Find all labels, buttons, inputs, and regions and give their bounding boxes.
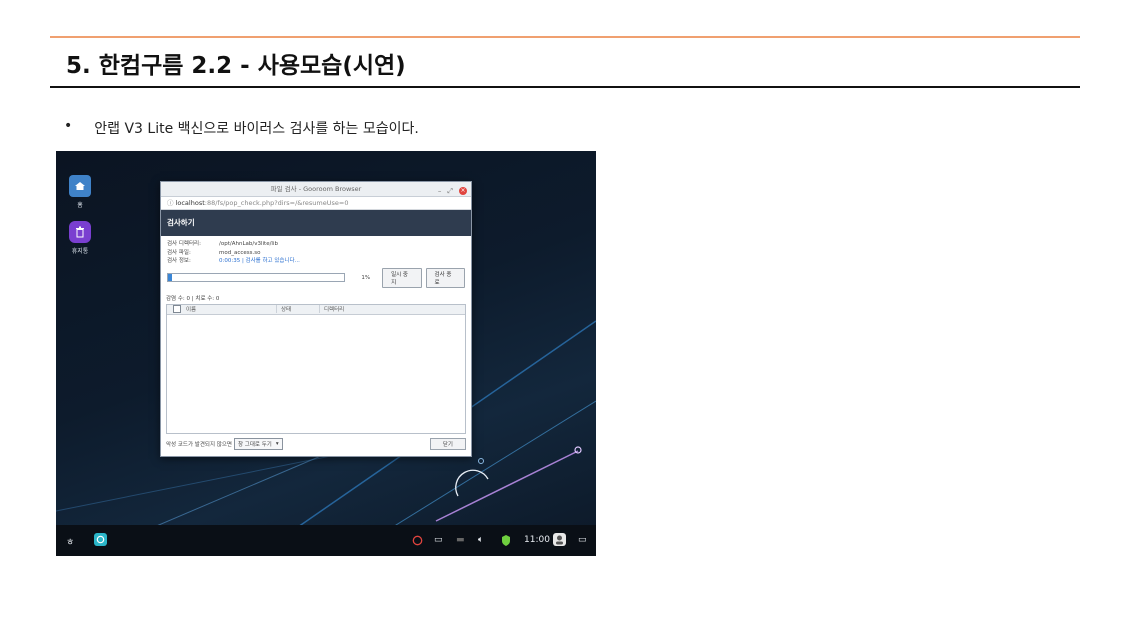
stop-scan-button[interactable]: 검사 종료	[425, 267, 465, 288]
info-icon: ⓘ	[167, 199, 176, 207]
dir-label: 검사 디렉터리:	[167, 241, 201, 247]
scan-header: 검사하기	[161, 210, 471, 236]
bullet-mark: •	[64, 118, 73, 134]
minimize-icon[interactable]: –	[438, 184, 442, 198]
bullet-item: • 안랩 V3 Lite 백신으로 바이러스 검사를 하는 모습이다.	[64, 118, 419, 138]
title-underline	[50, 86, 1080, 88]
close-icon[interactable]: ×	[459, 187, 467, 195]
file-label: 검사 파일:	[167, 249, 191, 256]
browser-app-icon[interactable]	[94, 533, 107, 549]
col-name: 이름	[186, 307, 197, 313]
display-tray-icon[interactable]: ▭	[434, 535, 443, 545]
info-value: 0:00:35 | 검사를 하고 있습니다...	[219, 258, 300, 264]
gooroom-menu-icon[interactable]: ㅎ	[66, 535, 74, 548]
home-folder-icon[interactable]: 홈	[60, 175, 100, 209]
infection-counts: 감염 수: 0 | 치료 수: 0	[166, 295, 220, 302]
slide-title: 5. 한컴구름 2.2 - 사용모습(시연)	[66, 53, 406, 79]
file-scan-window: 파일 검사 - Gooroom Browser – ⤢ × ⓘ localhos…	[160, 181, 472, 457]
table-header: 이름 상태 디렉터리	[167, 304, 465, 315]
home-label: 홈	[77, 202, 83, 209]
scan-progress-fill	[168, 274, 172, 281]
battery-shield-icon[interactable]	[502, 535, 510, 549]
pause-button[interactable]: 일시 중지	[382, 267, 422, 288]
trash-icon	[69, 221, 91, 243]
chevron-down-icon: ▾	[275, 440, 279, 447]
address-bar[interactable]: ⓘ localhost:88/fs/pop_check.php?dirs=/&r…	[161, 197, 471, 210]
select-value: 창 그대로 두기	[237, 441, 272, 448]
v3-tray-icon[interactable]	[412, 535, 423, 549]
keyboard-tray-icon[interactable]: ▬	[456, 535, 465, 545]
col-status: 상태	[276, 305, 319, 313]
footer-label: 악성 코드가 발견되지 않으면	[166, 441, 232, 448]
trash-label: 휴지통	[71, 248, 89, 255]
taskbar: ㅎ ▭ ▬ 🔈︎ 11:00 ▭	[56, 525, 596, 556]
url-host: localhost	[175, 199, 205, 207]
dir-value: /opt/AhnLab/v3lite/lib	[219, 241, 278, 247]
folder-icon	[69, 175, 91, 197]
col-directory: 디렉터리	[319, 305, 344, 313]
window-titlebar[interactable]: 파일 검사 - Gooroom Browser – ⤢ ×	[161, 182, 471, 197]
bullet-text: 안랩 V3 Lite 백신으로 바이러스 검사를 하는 모습이다.	[94, 121, 419, 137]
close-button[interactable]: 닫기	[429, 437, 466, 450]
trash-desktop-icon[interactable]: 휴지통	[60, 221, 100, 255]
results-table: 이름 상태 디렉터리	[166, 303, 466, 434]
select-all-checkbox[interactable]	[173, 305, 181, 313]
action-select[interactable]: 창 그대로 두기 ▾	[233, 437, 283, 450]
window-footer: 악성 코드가 발견되지 않으면 창 그대로 두기 ▾ 닫기	[161, 434, 471, 454]
maximize-icon[interactable]: ⤢	[447, 184, 453, 198]
user-avatar-icon[interactable]	[553, 533, 566, 549]
volume-icon[interactable]: 🔈︎	[478, 535, 483, 545]
url-path: :88/fs/pop_check.php?dirs=/&resumeUse=0	[204, 199, 349, 207]
scan-info-panel: 검사 디렉터리: /opt/AhnLab/v3lite/lib 검사 파일: m…	[161, 236, 471, 292]
file-value: mod_access.so	[219, 249, 261, 256]
clock[interactable]: 11:00	[524, 535, 550, 545]
screenshot-desktop: 홈 휴지통 파일 검사 - Gooroom Browser – ⤢ × ⓘ lo…	[56, 151, 596, 556]
progress-percent: 1%	[361, 274, 371, 281]
window-title: 파일 검사 - Gooroom Browser	[270, 185, 362, 193]
scan-progress-bar	[167, 273, 345, 282]
top-accent-rule	[50, 36, 1080, 38]
show-desktop-icon[interactable]: ▭	[578, 535, 587, 545]
info-label: 검사 정보:	[167, 258, 191, 264]
